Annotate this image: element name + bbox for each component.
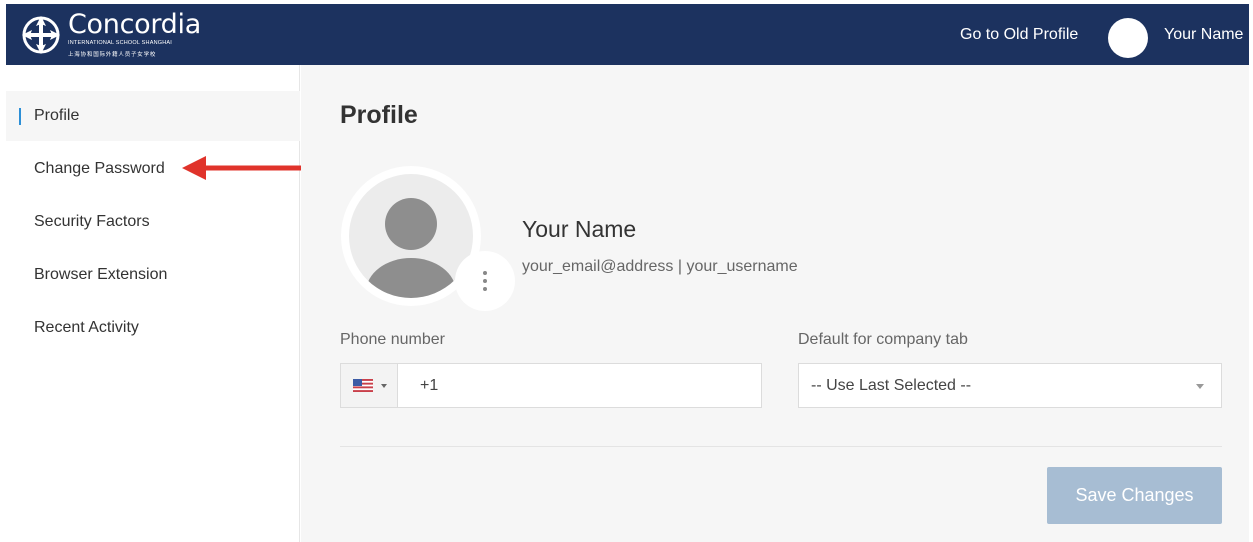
phone-number-label: Phone number (340, 331, 445, 348)
company-tab-select[interactable]: -- Use Last Selected -- (798, 363, 1222, 408)
phone-number-input[interactable] (398, 364, 761, 407)
logo-title: Concordia (68, 9, 201, 40)
sidebar-item-label: Profile (34, 107, 80, 124)
logo-chinese-text: 上海协和国际外籍人员子女学校 (68, 52, 157, 58)
main-content: Profile Your Name your_email@address | y… (301, 65, 1249, 542)
sidebar-item-label: Browser Extension (34, 266, 168, 283)
go-to-old-profile-link[interactable]: Go to Old Profile (960, 26, 1078, 44)
phone-number-field (340, 363, 762, 408)
top-navigation-bar: Concordia INTERNATIONAL SCHOOL SHANGHAI … (6, 4, 1249, 65)
country-code-dropdown[interactable] (341, 364, 398, 407)
profile-user-details: your_email@address | your_username (522, 258, 798, 275)
sidebar-item-profile[interactable]: Profile (6, 91, 300, 141)
chevron-down-icon (1196, 384, 1204, 389)
user-avatar[interactable] (1108, 18, 1148, 58)
logo-subtitle: INTERNATIONAL SCHOOL SHANGHAI (68, 40, 172, 46)
header-user-name[interactable]: Your Name (1164, 26, 1243, 44)
us-flag-icon (353, 379, 373, 392)
sidebar-item-security-factors[interactable]: Security Factors (6, 197, 300, 247)
divider (340, 446, 1222, 447)
profile-user-name: Your Name (522, 216, 637, 242)
sidebar-item-label: Recent Activity (34, 319, 139, 336)
chevron-down-icon (381, 383, 387, 388)
avatar-options-button[interactable] (455, 251, 515, 311)
save-changes-button[interactable]: Save Changes (1047, 467, 1222, 524)
logo-emblem-icon (22, 16, 60, 54)
company-tab-label: Default for company tab (798, 331, 968, 348)
sidebar-item-label: Security Factors (34, 213, 150, 230)
sidebar-item-recent-activity[interactable]: Recent Activity (6, 303, 300, 353)
sidebar-item-label: Change Password (34, 160, 165, 177)
sidebar: Profile Change Password Security Factors… (6, 65, 300, 542)
more-vertical-icon (483, 271, 487, 291)
company-tab-selected-value: -- Use Last Selected -- (811, 376, 972, 394)
sidebar-item-browser-extension[interactable]: Browser Extension (6, 250, 300, 300)
page-title: Profile (340, 101, 418, 129)
concordia-logo[interactable]: Concordia INTERNATIONAL SCHOOL SHANGHAI … (20, 8, 220, 62)
